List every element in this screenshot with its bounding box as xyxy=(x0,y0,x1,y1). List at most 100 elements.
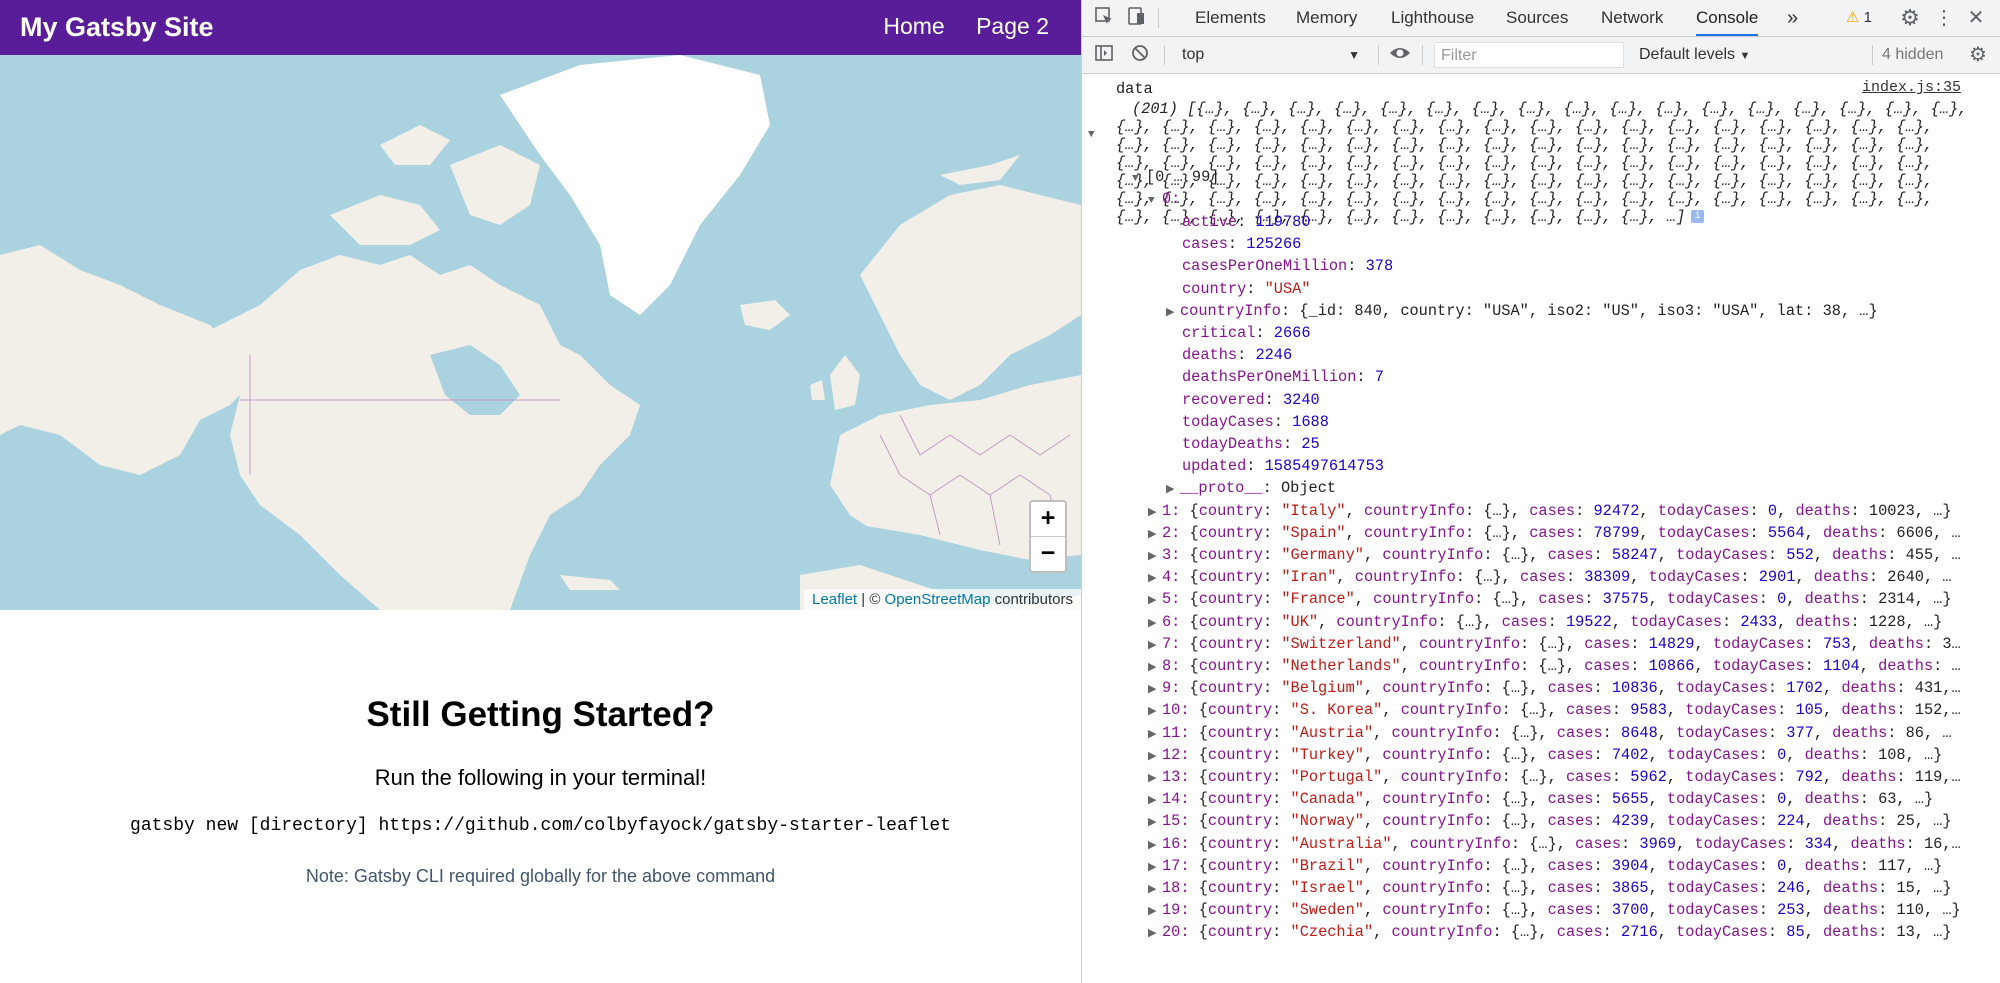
array-row[interactable]: ▶ 7: {country: "Switzerland", countryInfo… xyxy=(1148,633,1961,655)
row-cases: 19522 xyxy=(1565,612,1612,631)
sidebar-toggle-icon[interactable] xyxy=(1092,43,1116,67)
clear-console-icon[interactable] xyxy=(1128,43,1152,67)
row-sep: : xyxy=(1804,634,1823,653)
array-row[interactable]: ▶ 2: {country: "Spain", countryInfo: {…},… xyxy=(1148,522,1961,544)
live-expression-eye-icon[interactable] xyxy=(1388,43,1412,67)
context-selector[interactable]: top ▼ xyxy=(1182,43,1372,67)
more-menu-icon[interactable]: ⋮ xyxy=(1932,6,1956,30)
row-open: { xyxy=(1180,590,1199,609)
log-levels-dropdown[interactable]: Default levels ▼ xyxy=(1639,43,1750,68)
row-key: deaths xyxy=(1822,812,1879,831)
array-row[interactable]: ▶ 16: {country: "Australia", countryInfo:… xyxy=(1148,833,1961,855)
inspect-element-icon[interactable] xyxy=(1092,6,1116,30)
row-sep: : xyxy=(1593,745,1612,764)
expand-arrow-icon: ▶ xyxy=(1148,817,1157,830)
site-title[interactable]: My Gatsby Site xyxy=(20,12,214,43)
tab-elements[interactable]: Elements xyxy=(1195,0,1266,36)
tab-network[interactable]: Network xyxy=(1601,0,1663,36)
array-expand-toggle[interactable]: ▼ xyxy=(1088,122,1102,144)
row-sep: : {…}, xyxy=(1483,812,1548,831)
property-countryInfo[interactable]: ▶ countryInfo: {_id: 840, country: "USA",… xyxy=(1166,300,1878,322)
device-toolbar-icon[interactable] xyxy=(1124,6,1148,30)
close-icon[interactable]: ✕ xyxy=(1964,6,1988,30)
zoom-out-button[interactable]: − xyxy=(1031,537,1065,571)
array-row[interactable]: ▶ 14: {country: "Canada", countryInfo: {…… xyxy=(1148,788,1933,810)
row-open: { xyxy=(1180,568,1199,587)
array-row[interactable]: ▶ 6: {country: "UK", countryInfo: {…}, ca… xyxy=(1148,611,1942,633)
array-row[interactable]: ▶ 1: {country: "Italy", countryInfo: {…},… xyxy=(1148,500,1952,522)
array-row[interactable]: ▶ 12: {country: "Turkey", countryInfo: {…… xyxy=(1148,744,1942,766)
row-today: 0 xyxy=(1777,745,1787,764)
tab-memory[interactable]: Memory xyxy=(1296,0,1357,36)
row-key: country xyxy=(1207,923,1273,942)
property-key: countryInfo xyxy=(1180,301,1281,320)
nav-home-link[interactable]: Home xyxy=(883,13,944,39)
property-colon: : xyxy=(1273,412,1293,431)
row-today: 85 xyxy=(1786,923,1805,942)
expand-arrow-icon: ▶ xyxy=(1148,750,1157,763)
row-key: cases xyxy=(1529,523,1576,542)
property-value: 25 xyxy=(1301,435,1320,453)
array-row[interactable]: ▶ 18: {country: "Israel", countryInfo: {…… xyxy=(1148,877,1952,899)
row-open: { xyxy=(1189,812,1208,831)
array-row[interactable]: ▶ 15: {country: "Norway", countryInfo: {…… xyxy=(1148,810,1952,832)
tab-console[interactable]: Console xyxy=(1696,0,1759,36)
property-value: {_id: 840, country: "USA", iso2: "US", i… xyxy=(1299,301,1878,320)
array-row[interactable]: ▶ 3: {country: "Germany", countryInfo: {…… xyxy=(1148,544,1961,566)
row-sep: : xyxy=(1878,901,1897,920)
filter-input[interactable]: Filter xyxy=(1434,42,1624,68)
console-settings-gear-icon[interactable]: ⚙ xyxy=(1966,43,1990,67)
settings-gear-icon[interactable]: ⚙ xyxy=(1898,6,1922,30)
tab-lighthouse[interactable]: Lighthouse xyxy=(1391,0,1474,36)
info-icon[interactable]: i xyxy=(1691,210,1705,224)
zoom-in-button[interactable]: + xyxy=(1031,502,1065,537)
property-todayDeaths: todayDeaths: 25 xyxy=(1182,433,1320,455)
nav-page2-link[interactable]: Page 2 xyxy=(976,13,1049,39)
row-index: 4: xyxy=(1162,568,1181,587)
array-row[interactable]: ▶ 5: {country: "France", countryInfo: {…}… xyxy=(1148,588,1952,610)
range-group[interactable]: ▼ [0 … 99] xyxy=(1132,166,1219,188)
item-0-header[interactable]: ▼ 0: xyxy=(1148,188,1180,210)
map[interactable]: + − Leaflet | © OpenStreetMap contributo… xyxy=(0,55,1081,610)
osm-link[interactable]: OpenStreetMap xyxy=(885,591,991,608)
property-proto[interactable]: ▶ __proto__: Object xyxy=(1166,477,1336,499)
row-sep: : xyxy=(1262,679,1282,698)
row-key: todayCases xyxy=(1694,834,1787,853)
array-row[interactable]: ▶ 9: {country: "Belgium", countryInfo: {…… xyxy=(1148,677,1961,699)
row-sep: : {…}, xyxy=(1455,568,1521,587)
row-cases: 10866 xyxy=(1648,657,1695,675)
row-country: "Switzerland" xyxy=(1281,634,1401,653)
log-source-link[interactable]: index.js:35 xyxy=(1862,79,1961,96)
array-row[interactable]: ▶ 19: {country: "Sweden", countryInfo: {…… xyxy=(1148,899,1961,921)
array-row[interactable]: ▶ 13: {country: "Portugal", countryInfo: … xyxy=(1148,766,1961,788)
property-casesPerOneMillion: casesPerOneMillion: 378 xyxy=(1182,255,1393,277)
property-critical: critical: 2666 xyxy=(1182,322,1311,344)
content-heading: Still Getting Started? xyxy=(366,695,715,734)
array-row[interactable]: ▶ 11: {country: "Austria", countryInfo: {… xyxy=(1148,722,1952,744)
property-value: 119780 xyxy=(1255,213,1311,231)
array-row[interactable]: ▶ 17: {country: "Brazil", countryInfo: {…… xyxy=(1148,855,1942,877)
array-row[interactable]: ▶ 8: {country: "Netherlands", countryInfo… xyxy=(1148,655,1961,677)
leaflet-link[interactable]: Leaflet xyxy=(812,591,857,608)
warnings-counter[interactable]: ⚠ 1 xyxy=(1834,6,1884,30)
devtools-tabbar: Elements Memory Lighthouse Sources Netwo… xyxy=(1082,0,2000,37)
row-index: 8: xyxy=(1162,657,1181,675)
row-key: countryInfo xyxy=(1382,790,1484,809)
array-row[interactable]: ▶ 20: {country: "Czechia", countryInfo: {… xyxy=(1148,921,1952,943)
row-key: country xyxy=(1207,901,1273,920)
row-deaths: 25, …} xyxy=(1896,812,1952,831)
row-open: { xyxy=(1180,523,1199,542)
row-deaths: 6606, … xyxy=(1896,523,1961,542)
row-sep: , xyxy=(1639,501,1658,520)
property-key: deaths xyxy=(1182,346,1238,365)
expand-arrow-icon: ▶ xyxy=(1166,306,1175,319)
row-cases: 8648 xyxy=(1621,723,1658,742)
tab-sources[interactable]: Sources xyxy=(1506,0,1568,36)
property-value: 2246 xyxy=(1255,346,1293,365)
row-sep: : xyxy=(1878,812,1897,831)
more-tabs-button[interactable]: » xyxy=(1787,0,1798,36)
row-sep: : xyxy=(1804,657,1823,675)
array-row[interactable]: ▶ 4: {country: "Iran", countryInfo: {…}, … xyxy=(1148,566,1952,588)
array-row[interactable]: ▶ 10: {country: "S. Korea", countryInfo: … xyxy=(1148,699,1961,721)
row-deaths: 3… xyxy=(1942,634,1961,653)
